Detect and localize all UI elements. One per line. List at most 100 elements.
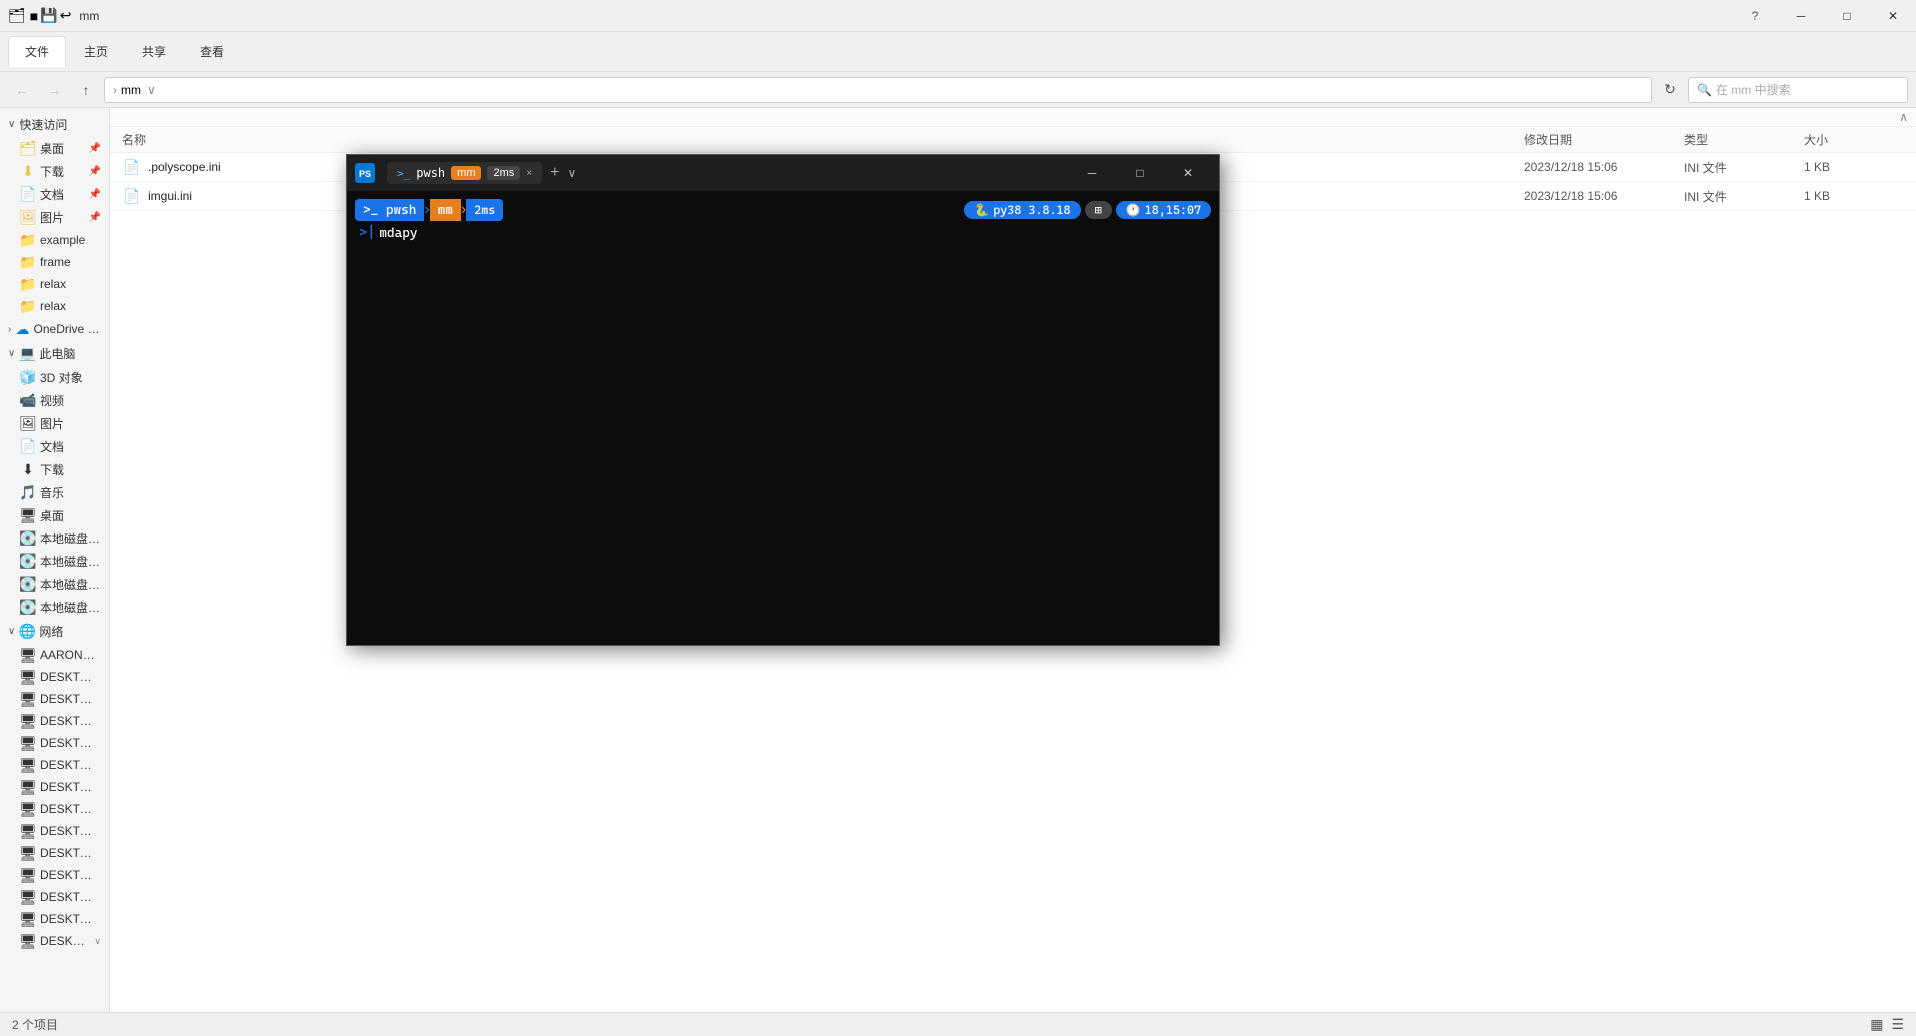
sidebar-item-net7[interactable]: 🖥 DESKTOP-LC...: [0, 798, 109, 820]
clock-icon: 🕐: [1126, 203, 1141, 217]
column-name[interactable]: 名称: [122, 131, 1524, 148]
ps-tab-active[interactable]: >_ pwsh mm 2ms ×: [387, 162, 542, 184]
sidebar-item-drive-e[interactable]: 💽 本地磁盘 (E:): [0, 573, 109, 596]
ps-tab-path: mm: [451, 166, 481, 180]
save-icon: 💾: [40, 7, 57, 24]
column-type[interactable]: 类型: [1684, 131, 1804, 148]
address-bar[interactable]: › mm ∨: [104, 77, 1652, 103]
sidebar-item-net0[interactable]: 🖥 AARONZHAN...: [0, 644, 109, 666]
ps-close-button[interactable]: ✕: [1165, 155, 1211, 191]
sidebar-item-downloads2[interactable]: ⬇ 下载: [0, 458, 109, 481]
file-date: 2023/12/18 15:06: [1524, 189, 1684, 203]
grid-view-icon[interactable]: ▦: [1870, 1016, 1883, 1033]
folder-icon: 📁: [20, 298, 36, 314]
folder-icon: 📁: [20, 254, 36, 270]
sidebar-pc-header[interactable]: ∨ 💻 此电脑: [0, 341, 109, 366]
tab-file[interactable]: 文件: [8, 36, 66, 67]
sidebar-item-desktop[interactable]: 🗂 桌面 📌: [0, 137, 109, 160]
sidebar-item-drive-c[interactable]: 💽 本地磁盘 (C:): [0, 527, 109, 550]
address-dropdown[interactable]: ∨: [147, 83, 156, 97]
ps-cursor-arrow: >|: [359, 225, 375, 241]
downloads-icon: ⬇: [20, 462, 36, 478]
minimize-button[interactable]: ─: [1778, 0, 1824, 32]
maximize-button[interactable]: □: [1824, 0, 1870, 32]
ps-tab-chevron[interactable]: ∨: [567, 166, 576, 180]
sidebar-item-video[interactable]: 📹 视频: [0, 389, 109, 412]
docs-icon: 📄: [20, 439, 36, 455]
file-type: INI 文件: [1684, 159, 1804, 176]
computer-icon: 🖥: [20, 801, 36, 817]
sidebar-item-net6[interactable]: 🖥 DESKTOP-LB...: [0, 776, 109, 798]
column-size[interactable]: 大小: [1804, 131, 1884, 148]
refresh-button[interactable]: ↻: [1656, 76, 1684, 104]
computer-icon: 🖥: [20, 669, 36, 685]
ps-window-controls: ─ □ ✕: [1069, 155, 1211, 191]
quick-access-icon: ■: [30, 8, 38, 24]
ps-maximize-button[interactable]: □: [1117, 155, 1163, 191]
up-button[interactable]: ↑: [72, 76, 100, 104]
sidebar-item-docs2[interactable]: 📄 文档: [0, 435, 109, 458]
sidebar-item-drive-d[interactable]: 💽 本地磁盘 (D:): [0, 550, 109, 573]
sidebar-item-net1[interactable]: 🖥 DESKTOP-1II...: [0, 666, 109, 688]
sidebar-item-net11[interactable]: 🖥 DESKTOP-RH...: [0, 886, 109, 908]
sidebar-network-header[interactable]: ∨ 🌐 网络: [0, 619, 109, 644]
address-path: mm: [121, 83, 141, 97]
tab-share[interactable]: 共享: [126, 37, 182, 66]
back-button[interactable]: ←: [8, 76, 36, 104]
ps-segment-elapsed: 2ms: [466, 199, 503, 221]
chevron-right-icon: ›: [8, 324, 11, 335]
powershell-window: PS >_ pwsh mm 2ms × + ∨ ─ □ ✕: [346, 154, 1220, 646]
view-controls: ▦ ☰: [1870, 1016, 1904, 1033]
sidebar-item-frame[interactable]: 📁 frame: [0, 251, 109, 273]
sidebar-item-net3[interactable]: 🖥 DESKTOP-77...: [0, 710, 109, 732]
tab-view[interactable]: 查看: [184, 37, 240, 66]
sidebar-item-relax2[interactable]: 📁 relax: [0, 295, 109, 317]
pin-icon: 📌: [89, 212, 101, 223]
ps-segment-path: mm: [430, 199, 461, 221]
help-button[interactable]: ?: [1732, 0, 1778, 32]
sidebar-item-docs[interactable]: 📄 文档 📌: [0, 183, 109, 206]
column-date[interactable]: 修改日期: [1524, 131, 1684, 148]
sidebar-item-net10[interactable]: 🖥 DESKTOP-Q1...: [0, 864, 109, 886]
sidebar-item-pictures2[interactable]: 🖼 图片: [0, 412, 109, 435]
ps-minimize-button[interactable]: ─: [1069, 155, 1115, 191]
sidebar-item-net9[interactable]: 🖥 DESKTOP-OC...: [0, 842, 109, 864]
ps-right-badges: 🐍 py38 3.8.18 ⊞ 🕐 18,15:07: [964, 201, 1211, 219]
list-view-icon[interactable]: ☰: [1891, 1016, 1904, 1033]
sidebar-item-net8[interactable]: 🖥 DESKTOP-NE...: [0, 820, 109, 842]
ps-input-text[interactable]: mdapy: [379, 226, 417, 241]
ps-body[interactable]: >_ pwsh › mm › 2ms 🐍 py38 3.8.18 ⊞ 🕐 18,…: [347, 191, 1219, 645]
sidebar-item-relax1[interactable]: 📁 relax: [0, 273, 109, 295]
sidebar-item-downloads[interactable]: ⬇ 下载 📌: [0, 160, 109, 183]
sidebar-onedrive-header[interactable]: › ☁ OneDrive - Pe: [0, 317, 109, 341]
status-bar: 2 个项目 ▦ ☰: [0, 1012, 1916, 1036]
sidebar-quick-access-header[interactable]: ∨ 快速访问: [0, 112, 109, 137]
ps-badge-time: 🕐 18,15:07: [1116, 201, 1211, 219]
ps-tab-close-button[interactable]: ×: [526, 168, 532, 179]
tab-home[interactable]: 主页: [68, 37, 124, 66]
sidebar-item-net4[interactable]: 🖥 DESKTOP-F8...: [0, 732, 109, 754]
expand-indicator: ∨: [94, 936, 101, 947]
sidebar-item-example[interactable]: 📁 example: [0, 229, 109, 251]
sidebar-item-net5[interactable]: 🖥 DESKTOP-HC...: [0, 754, 109, 776]
computer-icon: 🖥: [20, 911, 36, 927]
search-bar[interactable]: 🔍 在 mm 中搜索: [1688, 77, 1908, 103]
sidebar-item-pictures[interactable]: 🖼 图片 📌: [0, 206, 109, 229]
toolbar: 文件 主页 共享 查看: [0, 32, 1916, 72]
computer-icon: 🖥: [20, 933, 36, 949]
sidebar-item-drive-f[interactable]: 💽 本地磁盘 (F:): [0, 596, 109, 619]
close-button[interactable]: ✕: [1870, 0, 1916, 32]
forward-button[interactable]: →: [40, 76, 68, 104]
sidebar-item-desktop2[interactable]: 🖥 桌面: [0, 504, 109, 527]
sidebar-item-net12[interactable]: 🖥 DESKTOP-RN...: [0, 908, 109, 930]
folder-icon: 📁: [20, 276, 36, 292]
computer-icon: 🖥: [20, 757, 36, 773]
sidebar-item-music[interactable]: 🎵 音乐: [0, 481, 109, 504]
pin-icon: 📌: [89, 166, 101, 177]
sidebar: ∨ 快速访问 🗂 桌面 📌 ⬇ 下载 📌 📄 文档 📌 🖼 图片: [0, 108, 110, 1012]
folder-icon: 📄: [20, 187, 36, 203]
sidebar-item-net13[interactable]: 🖥 DESKTOP-RP... ∨: [0, 930, 109, 952]
ps-add-tab-button[interactable]: +: [546, 164, 563, 182]
sidebar-item-3d[interactable]: 🧊 3D 对象: [0, 366, 109, 389]
sidebar-item-net2[interactable]: 🖥 DESKTOP-2C...: [0, 688, 109, 710]
